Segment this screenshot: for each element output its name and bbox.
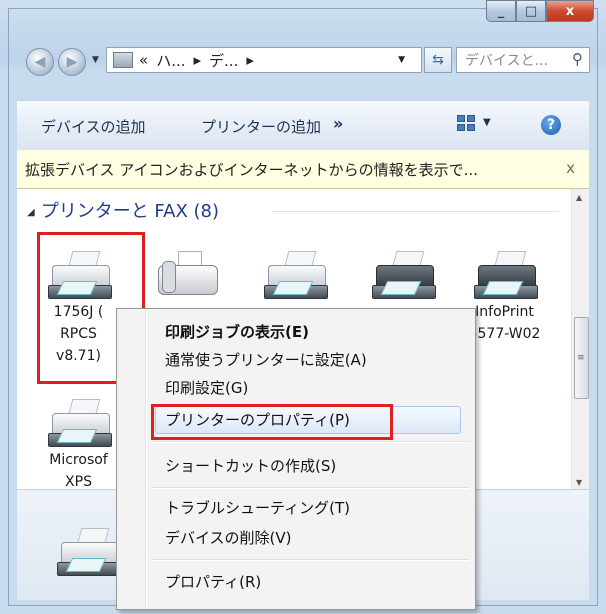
- collapse-triangle-icon[interactable]: ◢: [27, 207, 35, 218]
- breadcrumb-item-2[interactable]: デ...: [209, 50, 238, 71]
- device-item-printer-3[interactable]: [247, 251, 342, 301]
- back-button[interactable]: ◀: [26, 48, 54, 76]
- add-device-button[interactable]: デバイスの追加: [41, 116, 146, 137]
- printer-icon: [263, 251, 328, 301]
- menu-item-troubleshoot[interactable]: トラブルシューティング(T): [165, 497, 350, 518]
- refresh-button[interactable]: ⇆: [424, 47, 452, 73]
- help-icon[interactable]: ?: [541, 115, 561, 135]
- device-item-printer-4[interactable]: [355, 251, 450, 301]
- fax-icon: [156, 251, 218, 301]
- menu-item-properties[interactable]: プロパティ(R): [165, 571, 261, 592]
- scroll-grip-icon: ≡: [577, 353, 585, 363]
- menu-item-printing-preferences[interactable]: 印刷設定(G): [165, 377, 248, 398]
- device-item-xps[interactable]: Microsof XPS: [31, 399, 126, 493]
- vertical-scrollbar[interactable]: ▲ ≡ ▼: [571, 189, 589, 489]
- group-header[interactable]: ◢ プリンターと FAX (8): [27, 197, 219, 223]
- view-options-icon[interactable]: [457, 115, 475, 131]
- info-bar-text[interactable]: 拡張デバイス アイコンおよびインターネットからの情報を表示で...: [25, 159, 478, 180]
- search-placeholder: デバイスと...: [465, 53, 548, 69]
- printer-icon: [57, 528, 121, 578]
- group-title: プリンターと FAX (8): [40, 201, 219, 222]
- menu-item-set-default-printer[interactable]: 通常使うプリンターに設定(A): [165, 349, 367, 370]
- menu-separator: [151, 487, 469, 489]
- scroll-up-icon[interactable]: ▲: [576, 193, 582, 202]
- menu-separator: [151, 441, 469, 443]
- view-dropdown-icon[interactable]: ▼: [483, 117, 491, 128]
- refresh-icon: ⇆: [432, 52, 444, 68]
- printer-icon: [47, 399, 112, 449]
- device-item-fax[interactable]: [139, 251, 234, 301]
- forward-button[interactable]: ▶: [58, 48, 86, 76]
- add-printer-button[interactable]: プリンターの追加: [201, 116, 321, 137]
- caption-buttons: _ □ x: [486, 0, 594, 22]
- menu-separator: [151, 559, 469, 561]
- menu-gutter: [145, 311, 147, 607]
- info-bar[interactable]: 拡張デバイス アイコンおよびインターネットからの情報を表示で... x: [17, 150, 589, 189]
- search-input[interactable]: デバイスと... ⚲: [456, 47, 590, 73]
- minimize-button[interactable]: _: [486, 0, 516, 22]
- address-dropdown-icon[interactable]: ▼: [398, 55, 405, 65]
- devices-folder-icon: [113, 52, 133, 68]
- info-bar-close-icon[interactable]: x: [566, 159, 575, 177]
- explorer-window: _ □ x ◀ ▶ ▼ « ハ... ▸ デ... ▸ ▼ ⇆ デバイスと...…: [0, 0, 606, 614]
- menu-item-create-shortcut[interactable]: ショートカットの作成(S): [165, 455, 336, 476]
- printer-icon: [473, 251, 538, 301]
- recent-pages-dropdown-icon[interactable]: ▼: [92, 55, 99, 65]
- menu-item-remove-device[interactable]: デバイスの削除(V): [165, 527, 292, 548]
- chevron-right-icon[interactable]: ▸: [246, 51, 254, 69]
- selected-menu-highlight: [151, 404, 393, 440]
- close-button[interactable]: x: [546, 0, 594, 22]
- chevron-right-icon[interactable]: ▸: [194, 51, 202, 69]
- address-bar[interactable]: « ハ... ▸ デ... ▸ ▼: [106, 47, 422, 73]
- breadcrumb-item-1[interactable]: ハ...: [156, 50, 185, 71]
- more-commands-button[interactable]: »: [333, 114, 343, 133]
- printer-icon: [371, 251, 436, 301]
- context-menu: 印刷ジョブの表示(E) 通常使うプリンターに設定(A) 印刷設定(G) プリンタ…: [116, 308, 476, 610]
- maximize-button[interactable]: □: [516, 0, 546, 22]
- scroll-down-icon[interactable]: ▼: [576, 478, 582, 487]
- group-divider: [272, 211, 559, 212]
- command-bar: デバイスの追加 プリンターの追加 » ▼ ?: [17, 100, 589, 152]
- address-overflow[interactable]: «: [139, 51, 148, 69]
- navigation-bar: ◀ ▶ ▼ « ハ... ▸ デ... ▸ ▼ ⇆ デバイスと... ⚲: [20, 45, 590, 77]
- menu-item-view-print-jobs[interactable]: 印刷ジョブの表示(E): [165, 321, 309, 342]
- device-label-line: Microsof: [49, 452, 108, 468]
- magnifier-icon[interactable]: ⚲: [572, 50, 583, 68]
